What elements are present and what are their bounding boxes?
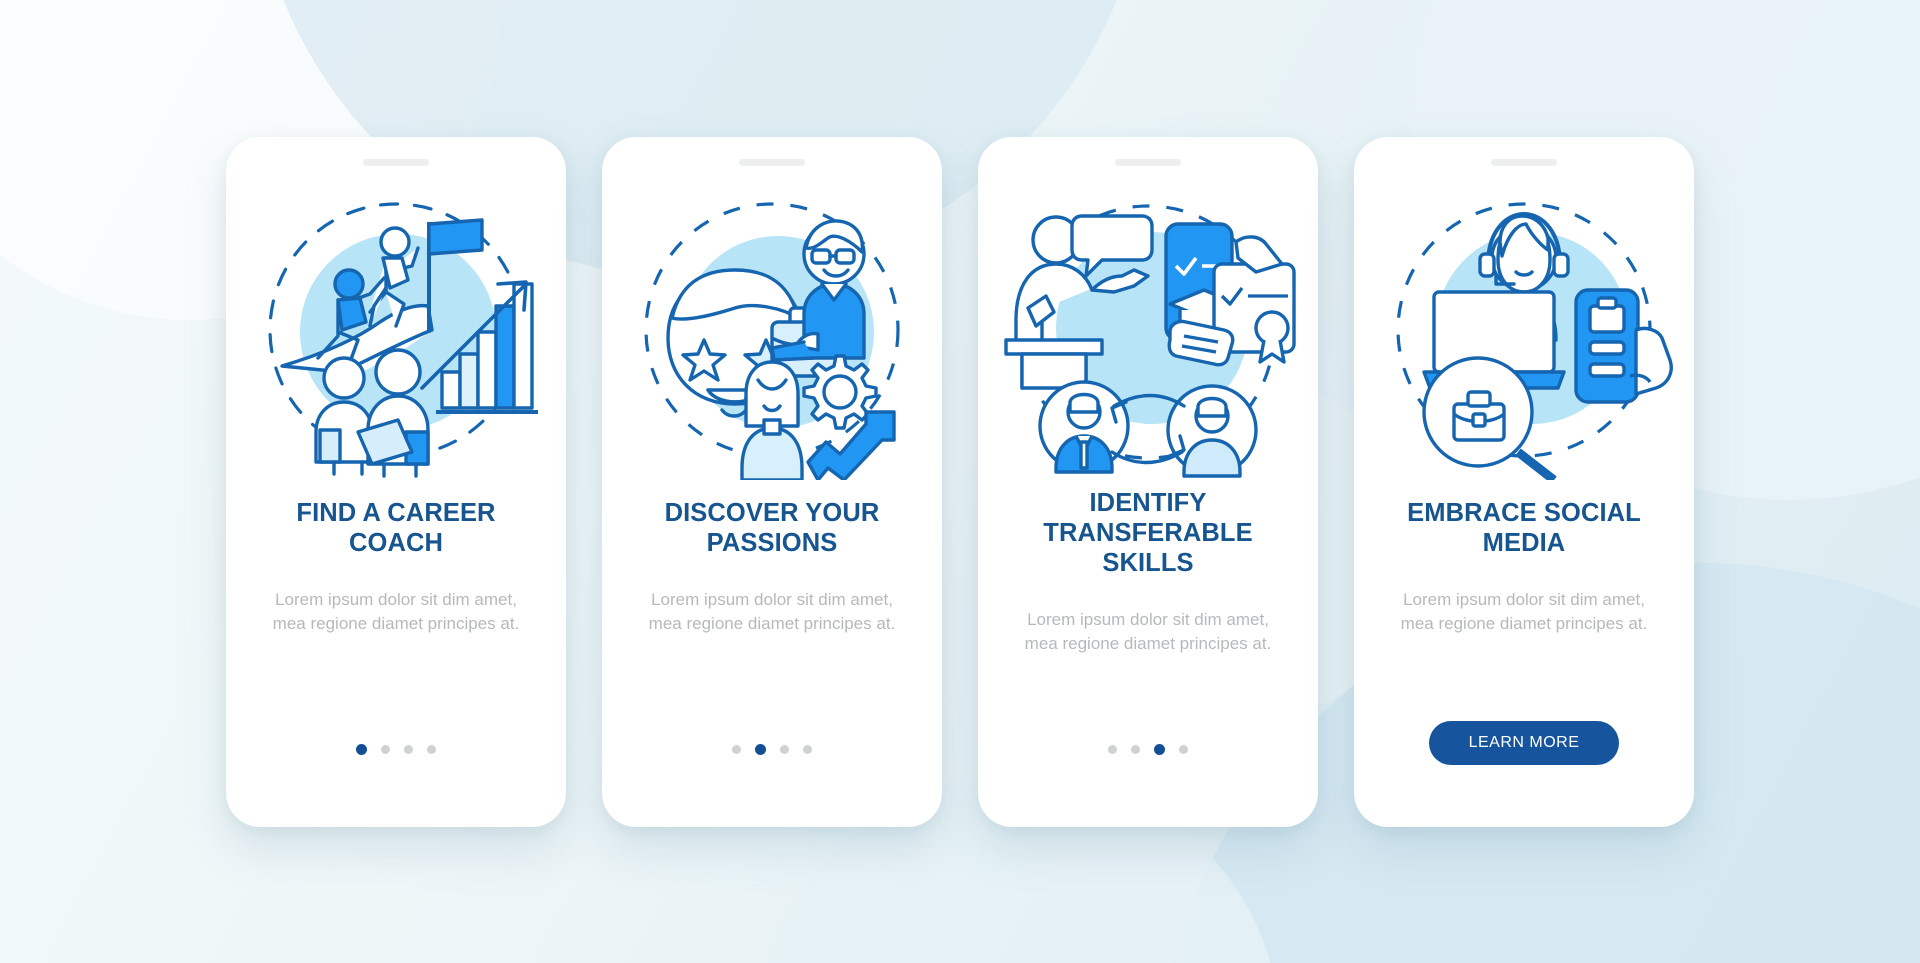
pagination-dot-3[interactable] <box>404 744 413 754</box>
page-title: IDENTIFY TRANSFERABLE SKILLS <box>1043 488 1253 577</box>
phone-speaker-notch <box>1115 158 1181 166</box>
phone-screen-identify-transferable-skills: IDENTIFY TRANSFERABLE SKILLS Lorem ipsum… <box>978 136 1318 827</box>
pagination-dot-2[interactable] <box>1131 744 1140 754</box>
pagination-dot-4[interactable] <box>1179 744 1188 754</box>
pagination-dots[interactable] <box>356 743 436 755</box>
pagination-dots[interactable] <box>1108 743 1188 755</box>
onboarding-screens-mockup: FIND A CAREER COACH Lorem ipsum dolor si… <box>0 0 1920 963</box>
page-description: Lorem ipsum dolor sit dim amet, mea regi… <box>648 589 896 633</box>
career-coach-climbing-illustration <box>246 180 546 480</box>
phone-speaker-notch <box>1491 158 1557 166</box>
pagination-dots[interactable] <box>732 743 812 755</box>
phone-speaker-notch <box>739 158 805 166</box>
pagination-dot-1[interactable] <box>732 744 741 754</box>
pagination-dot-1[interactable] <box>1108 744 1117 754</box>
learn-more-button[interactable]: LEARN MORE <box>1429 720 1619 765</box>
page-title: DISCOVER YOUR PASSIONS <box>664 498 880 557</box>
pagination-dot-3[interactable] <box>1154 743 1165 755</box>
page-title: FIND A CAREER COACH <box>296 498 496 557</box>
phone-speaker-notch <box>363 158 429 166</box>
pagination-dot-2[interactable] <box>755 743 766 755</box>
pagination-dot-4[interactable] <box>803 744 812 754</box>
phone-screen-embrace-social-media: EMBRACE SOCIAL MEDIA Lorem ipsum dolor s… <box>1354 136 1694 827</box>
pagination-dot-2[interactable] <box>381 744 390 754</box>
page-description: Lorem ipsum dolor sit dim amet, mea regi… <box>272 589 520 633</box>
embrace-social-media-illustration <box>1374 180 1674 480</box>
page-description: Lorem ipsum dolor sit dim amet, mea regi… <box>1400 589 1648 633</box>
phone-mockup-row: FIND A CAREER COACH Lorem ipsum dolor si… <box>0 0 1920 963</box>
pagination-dot-4[interactable] <box>427 744 436 754</box>
page-title: EMBRACE SOCIAL MEDIA <box>1407 498 1641 557</box>
phone-screen-discover-your-passions: DISCOVER YOUR PASSIONS Lorem ipsum dolor… <box>602 136 942 827</box>
discover-passions-illustration <box>622 180 922 480</box>
page-description: Lorem ipsum dolor sit dim amet, mea regi… <box>1024 609 1272 653</box>
pagination-dot-1[interactable] <box>356 743 367 755</box>
transferable-skills-illustration <box>998 180 1298 480</box>
pagination-dot-3[interactable] <box>780 744 789 754</box>
phone-screen-find-a-career-coach: FIND A CAREER COACH Lorem ipsum dolor si… <box>226 136 566 827</box>
